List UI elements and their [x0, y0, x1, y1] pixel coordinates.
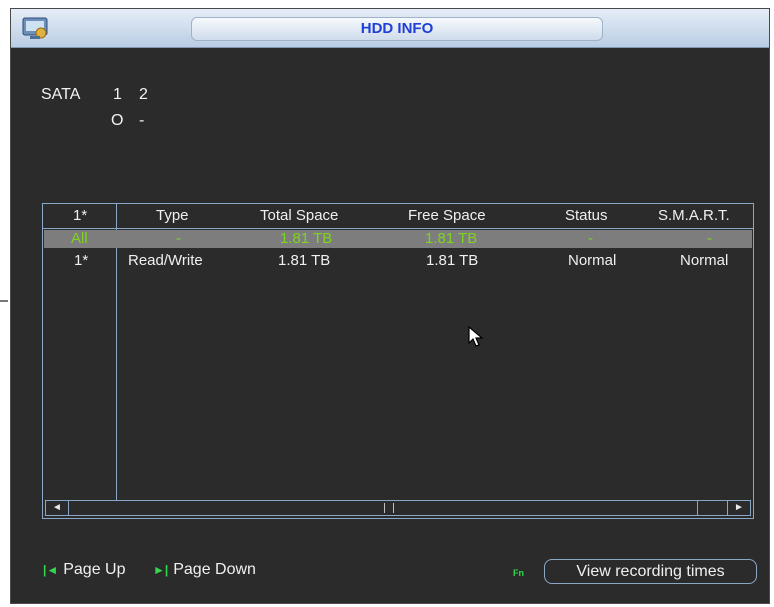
page-down-label: Page Down	[173, 561, 256, 578]
row-free-space: 1.81 TB	[425, 230, 478, 247]
skip-back-icon: |◄	[43, 563, 59, 577]
row-smart: Normal	[680, 252, 729, 269]
sata-port-1: 1	[113, 86, 122, 103]
table-row[interactable]: All - 1.81 TB 1.81 TB - -	[44, 230, 752, 248]
sata-port-2-status: -	[139, 112, 145, 129]
header-total-space[interactable]: Total Space	[260, 207, 338, 224]
row-status: -	[588, 230, 593, 247]
header-type[interactable]: Type	[156, 207, 189, 224]
hdd-icon	[21, 15, 51, 41]
header-free-space[interactable]: Free Space	[408, 207, 486, 224]
mouse-pointer-icon	[468, 325, 484, 353]
row-status: Normal	[568, 252, 617, 269]
row-total-space: 1.81 TB	[278, 252, 331, 269]
edge-mark	[0, 300, 8, 302]
row-free-space: 1.81 TB	[426, 252, 479, 269]
header-smart[interactable]: S.M.A.R.T.	[658, 207, 730, 224]
skip-forward-icon: ►|	[153, 563, 169, 577]
scroll-track-segment	[697, 501, 728, 515]
sata-port-2: 2	[139, 86, 148, 103]
fn-label: Fn	[513, 568, 524, 578]
row-type: -	[176, 230, 181, 247]
page-down-button[interactable]: ►| Page Down	[153, 561, 256, 579]
row-type: Read/Write	[128, 252, 203, 269]
scroll-right-icon[interactable]: ►	[727, 501, 750, 515]
page-up-label: Page Up	[63, 561, 126, 578]
sata-port-1-status: O	[111, 112, 124, 129]
table-row[interactable]: 1* Read/Write 1.81 TB 1.81 TB Normal Nor…	[44, 251, 752, 271]
header-id[interactable]: 1*	[73, 207, 87, 224]
header-status[interactable]: Status	[565, 207, 608, 224]
row-total-space: 1.81 TB	[280, 230, 333, 247]
window-title: HDD INFO	[191, 17, 603, 41]
view-recording-times-button[interactable]: View recording times	[544, 559, 757, 584]
row-id: 1*	[74, 252, 89, 269]
row-smart: -	[707, 230, 712, 247]
horizontal-scrollbar[interactable]: ◄ ►	[45, 500, 751, 516]
row-id: All	[71, 230, 88, 247]
scroll-left-icon[interactable]: ◄	[46, 501, 69, 515]
hdd-info-window: HDD INFO SATA 1 2 O - 1* Type Total Spac…	[10, 8, 770, 604]
scroll-thumb[interactable]	[384, 503, 394, 513]
page-up-button[interactable]: |◄ Page Up	[43, 561, 126, 579]
title-bar: HDD INFO	[11, 9, 769, 48]
column-divider	[116, 204, 117, 500]
table-header: 1* Type Total Space Free Space Status S.…	[43, 204, 753, 229]
sata-label: SATA	[41, 86, 81, 103]
hdd-table: 1* Type Total Space Free Space Status S.…	[42, 203, 754, 519]
